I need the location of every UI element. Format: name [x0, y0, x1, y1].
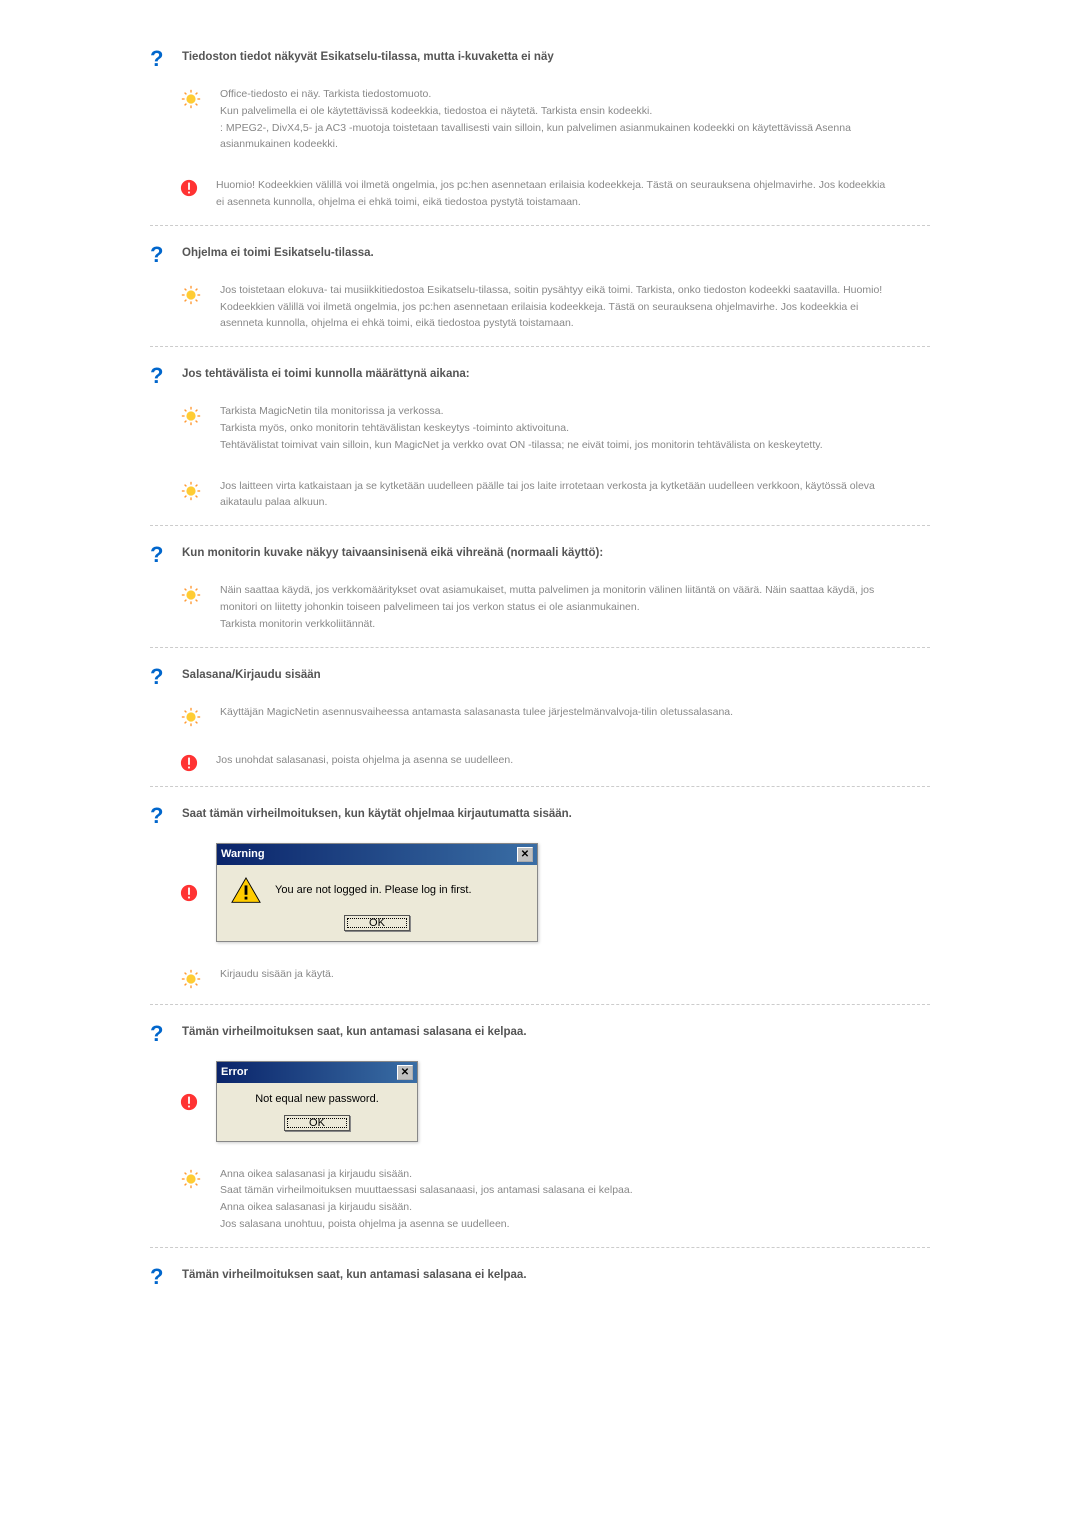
alert-icon [180, 754, 198, 772]
section-title: Saat tämän virheilmoituksen, kun käytät … [182, 805, 572, 820]
dialog-message: Not equal new password. [255, 1093, 379, 1105]
alert-entry: Huomio! Kodeekkien välillä voi ilmetä on… [150, 167, 930, 226]
alert-icon [180, 179, 198, 197]
tip-text: Jos laitteen virta katkaistaan ja se kyt… [220, 478, 930, 512]
alert-text: Huomio! Kodeekkien välillä voi ilmetä on… [216, 177, 930, 211]
section-header: ? Kun monitorin kuvake näkyy taivaansini… [150, 536, 930, 572]
dialog-buttons: OK [217, 909, 537, 941]
faq-section: ? Ohjelma ei toimi Esikatselu-tilassa. J… [150, 236, 930, 347]
tip-entry: Näin saattaa käydä, jos verkkomääritykse… [150, 572, 930, 647]
section-title: Ohjelma ei toimi Esikatselu-tilassa. [182, 244, 374, 259]
lightbulb-icon [180, 480, 202, 502]
tip-text: Kirjaudu sisään ja käytä. [220, 966, 930, 983]
tip-text: Tarkista MagicNetin tila monitorissa ja … [220, 403, 930, 453]
section-header: ? Ohjelma ei toimi Esikatselu-tilassa. [150, 236, 930, 272]
question-icon: ? [150, 365, 170, 387]
tip-text: Jos toistetaan elokuva- tai musiikkitied… [220, 282, 930, 332]
lightbulb-icon [180, 1168, 202, 1190]
close-icon[interactable]: ✕ [397, 1065, 413, 1080]
dialog-buttons: OK [217, 1109, 417, 1141]
faq-section: ? Salasana/Kirjaudu sisään Käyttäjän Mag… [150, 658, 930, 787]
question-icon: ? [150, 244, 170, 266]
faq-section: ? Jos tehtävälista ei toimi kunnolla mää… [150, 357, 930, 526]
alert-icon [180, 1093, 198, 1111]
alert-entry: Jos unohdat salasanasi, poista ohjelma j… [150, 742, 930, 787]
tip-entry: Office-tiedosto ei näy. Tarkista tiedost… [150, 76, 930, 167]
tip-text: Näin saattaa käydä, jos verkkomääritykse… [220, 582, 930, 632]
dialog-titlebar: Warning ✕ [217, 844, 537, 865]
lightbulb-icon [180, 968, 202, 990]
question-icon: ? [150, 544, 170, 566]
faq-section: ? Kun monitorin kuvake näkyy taivaansini… [150, 536, 930, 647]
ok-button[interactable]: OK [344, 915, 410, 931]
tip-text: Käyttäjän MagicNetin asennusvaiheessa an… [220, 704, 930, 721]
faq-section: ? Tämän virheilmoituksen saat, kun antam… [150, 1015, 930, 1248]
section-title: Tämän virheilmoituksen saat, kun antamas… [182, 1023, 527, 1038]
section-header: ? Tämän virheilmoituksen saat, kun antam… [150, 1258, 930, 1294]
warning-triangle-icon [231, 877, 261, 903]
dialog-title: Warning [221, 848, 265, 860]
dialog-titlebar: Error ✕ [217, 1062, 417, 1083]
section-header: ? Salasana/Kirjaudu sisään [150, 658, 930, 694]
warning-dialog: Warning ✕ You are not logged in. Please … [216, 843, 538, 942]
alert-text: Jos unohdat salasanasi, poista ohjelma j… [216, 752, 930, 769]
section-header: ? Tämän virheilmoituksen saat, kun antam… [150, 1015, 930, 1051]
dialog-title: Error [221, 1066, 248, 1078]
tip-entry: Tarkista MagicNetin tila monitorissa ja … [150, 393, 930, 467]
dialog-message: You are not logged in. Please log in fir… [275, 884, 472, 896]
alert-icon [180, 884, 198, 902]
tip-entry: Jos laitteen virta katkaistaan ja se kyt… [150, 468, 930, 527]
lightbulb-icon [180, 88, 202, 110]
tip-entry: Kirjaudu sisään ja käytä. [150, 956, 930, 1005]
lightbulb-icon [180, 284, 202, 306]
dialog-body: You are not logged in. Please log in fir… [217, 865, 537, 909]
dialog-row: Warning ✕ You are not logged in. Please … [150, 833, 930, 956]
tip-entry: Käyttäjän MagicNetin asennusvaiheessa an… [150, 694, 930, 742]
faq-section: ? Tiedoston tiedot näkyvät Esikatselu-ti… [150, 40, 930, 226]
ok-button[interactable]: OK [284, 1115, 350, 1131]
section-title: Jos tehtävälista ei toimi kunnolla määrä… [182, 365, 470, 380]
section-title: Tiedoston tiedot näkyvät Esikatselu-tila… [182, 48, 554, 63]
question-icon: ? [150, 666, 170, 688]
tip-text: Office-tiedosto ei näy. Tarkista tiedost… [220, 86, 930, 153]
error-dialog: Error ✕ Not equal new password. OK [216, 1061, 418, 1142]
question-icon: ? [150, 1266, 170, 1288]
close-icon[interactable]: ✕ [517, 847, 533, 862]
dialog-body: Not equal new password. [217, 1083, 417, 1109]
dialog-row: Error ✕ Not equal new password. OK [150, 1051, 930, 1156]
section-header: ? Saat tämän virheilmoituksen, kun käytä… [150, 797, 930, 833]
faq-section: ? Tämän virheilmoituksen saat, kun antam… [150, 1258, 930, 1294]
lightbulb-icon [180, 584, 202, 606]
lightbulb-icon [180, 405, 202, 427]
lightbulb-icon [180, 706, 202, 728]
tip-text: Anna oikea salasanasi ja kirjaudu sisään… [220, 1166, 930, 1233]
faq-section: ? Saat tämän virheilmoituksen, kun käytä… [150, 797, 930, 1005]
section-title: Tämän virheilmoituksen saat, kun antamas… [182, 1266, 527, 1281]
section-header: ? Tiedoston tiedot näkyvät Esikatselu-ti… [150, 40, 930, 76]
section-header: ? Jos tehtävälista ei toimi kunnolla mää… [150, 357, 930, 393]
question-icon: ? [150, 48, 170, 70]
section-title: Salasana/Kirjaudu sisään [182, 666, 321, 681]
tip-entry: Anna oikea salasanasi ja kirjaudu sisään… [150, 1156, 930, 1248]
question-icon: ? [150, 1023, 170, 1045]
tip-entry: Jos toistetaan elokuva- tai musiikkitied… [150, 272, 930, 347]
question-icon: ? [150, 805, 170, 827]
section-title: Kun monitorin kuvake näkyy taivaansinise… [182, 544, 603, 559]
